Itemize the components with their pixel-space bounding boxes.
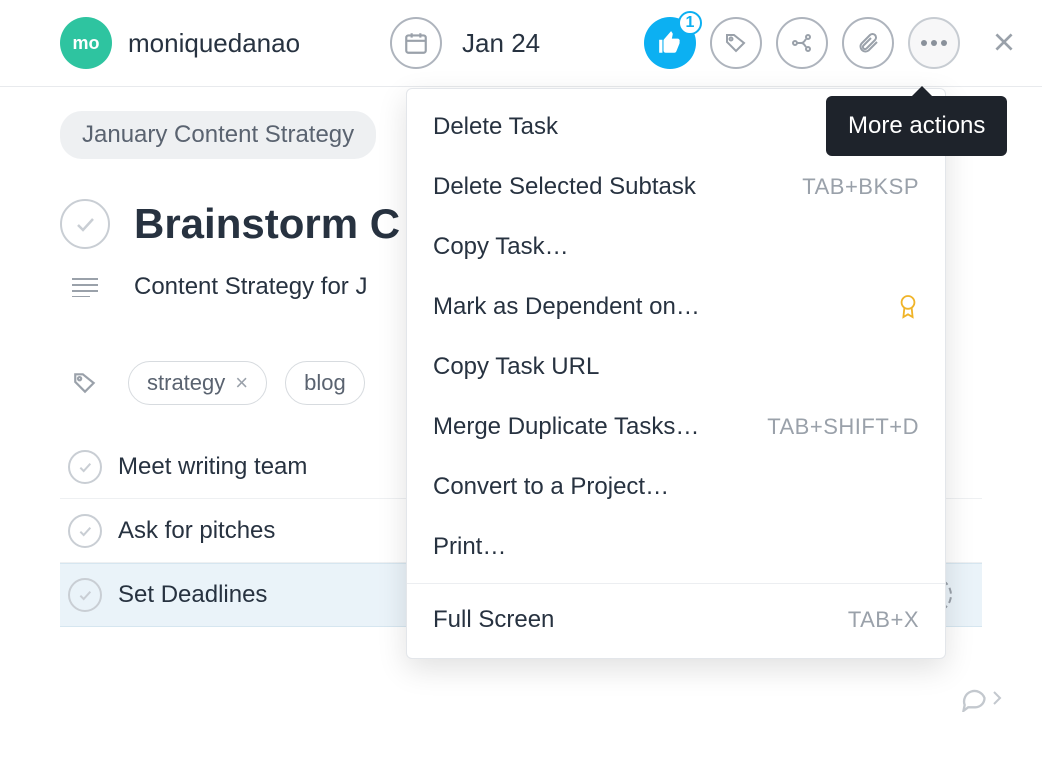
menu-item-label: Delete Task (433, 113, 558, 141)
menu-item-label: Copy Task… (433, 233, 569, 261)
menu-item-label: Print… (433, 533, 506, 561)
close-icon (991, 29, 1017, 55)
close-button[interactable] (984, 22, 1024, 62)
subtask-complete-button[interactable] (68, 578, 102, 612)
tag-chip[interactable]: strategy × (128, 361, 267, 405)
project-chip[interactable]: January Content Strategy (60, 111, 376, 159)
tag-icon (724, 31, 748, 55)
menu-item-label: Convert to a Project… (433, 473, 669, 501)
more-actions-tooltip: More actions (826, 96, 1007, 156)
menu-item-shortcut: TAB+SHIFT+D (767, 414, 919, 440)
more-actions-button[interactable] (908, 17, 960, 69)
subtasks-button[interactable] (776, 17, 828, 69)
menu-item[interactable]: Copy Task URL (407, 337, 945, 397)
tag-chip[interactable]: blog (285, 361, 365, 405)
menu-item-label: Merge Duplicate Tasks… (433, 413, 699, 441)
calendar-icon[interactable] (390, 17, 442, 69)
thumbs-up-icon (657, 30, 683, 56)
check-icon (77, 587, 93, 603)
menu-item-label: Copy Task URL (433, 353, 599, 381)
menu-item[interactable]: Print… (407, 517, 945, 577)
chevron-right-icon (990, 686, 1004, 710)
menu-item-shortcut: TAB+X (848, 607, 919, 633)
menu-separator (407, 583, 945, 584)
like-wrap: 1 (644, 17, 696, 69)
assignee-username[interactable]: moniquedanao (128, 28, 300, 59)
subtask-details-button[interactable] (960, 680, 1032, 716)
header-actions: 1 (644, 17, 960, 69)
task-header: mo moniquedanao Jan 24 1 (0, 0, 1042, 86)
menu-item-shortcut: TAB+BKSP (802, 174, 919, 200)
complete-task-button[interactable] (60, 199, 110, 249)
due-date-group[interactable]: Jan 24 (390, 17, 540, 69)
menu-item[interactable]: Mark as Dependent on… (407, 277, 945, 337)
task-description[interactable]: Content Strategy for J (134, 273, 367, 301)
more-actions-menu: Delete Task Delete Selected Subtask TAB+BK… (406, 88, 946, 659)
task-title[interactable]: Brainstorm C (134, 200, 400, 248)
subtask-complete-button[interactable] (68, 514, 102, 548)
tag-label: blog (304, 370, 346, 396)
description-icon (60, 277, 110, 297)
check-icon (77, 523, 93, 539)
speech-bubble-icon (960, 684, 988, 712)
menu-item[interactable]: Delete Selected Subtask TAB+BKSP (407, 157, 945, 217)
award-icon (897, 293, 919, 321)
like-count-badge: 1 (678, 11, 702, 35)
due-date-text: Jan 24 (462, 28, 540, 59)
attachment-button[interactable] (842, 17, 894, 69)
menu-item-label: Mark as Dependent on… (433, 293, 700, 321)
tag-remove-icon[interactable]: × (235, 370, 248, 396)
subtask-complete-button[interactable] (68, 450, 102, 484)
menu-item[interactable]: Merge Duplicate Tasks… TAB+SHIFT+D (407, 397, 945, 457)
tags-icon (60, 370, 110, 396)
tag-button[interactable] (710, 17, 762, 69)
check-icon (77, 459, 93, 475)
menu-item-label: Full Screen (433, 606, 554, 634)
tag-label: strategy (147, 370, 225, 396)
menu-item-fullscreen[interactable]: Full Screen TAB+X (407, 590, 945, 650)
menu-item[interactable]: Convert to a Project… (407, 457, 945, 517)
ellipsis-icon (920, 39, 948, 47)
check-icon (73, 212, 97, 236)
flow-icon (790, 31, 814, 55)
menu-item[interactable]: Copy Task… (407, 217, 945, 277)
assignee-avatar[interactable]: mo (60, 17, 112, 69)
menu-item-label: Delete Selected Subtask (433, 173, 696, 201)
paperclip-icon (856, 31, 880, 55)
